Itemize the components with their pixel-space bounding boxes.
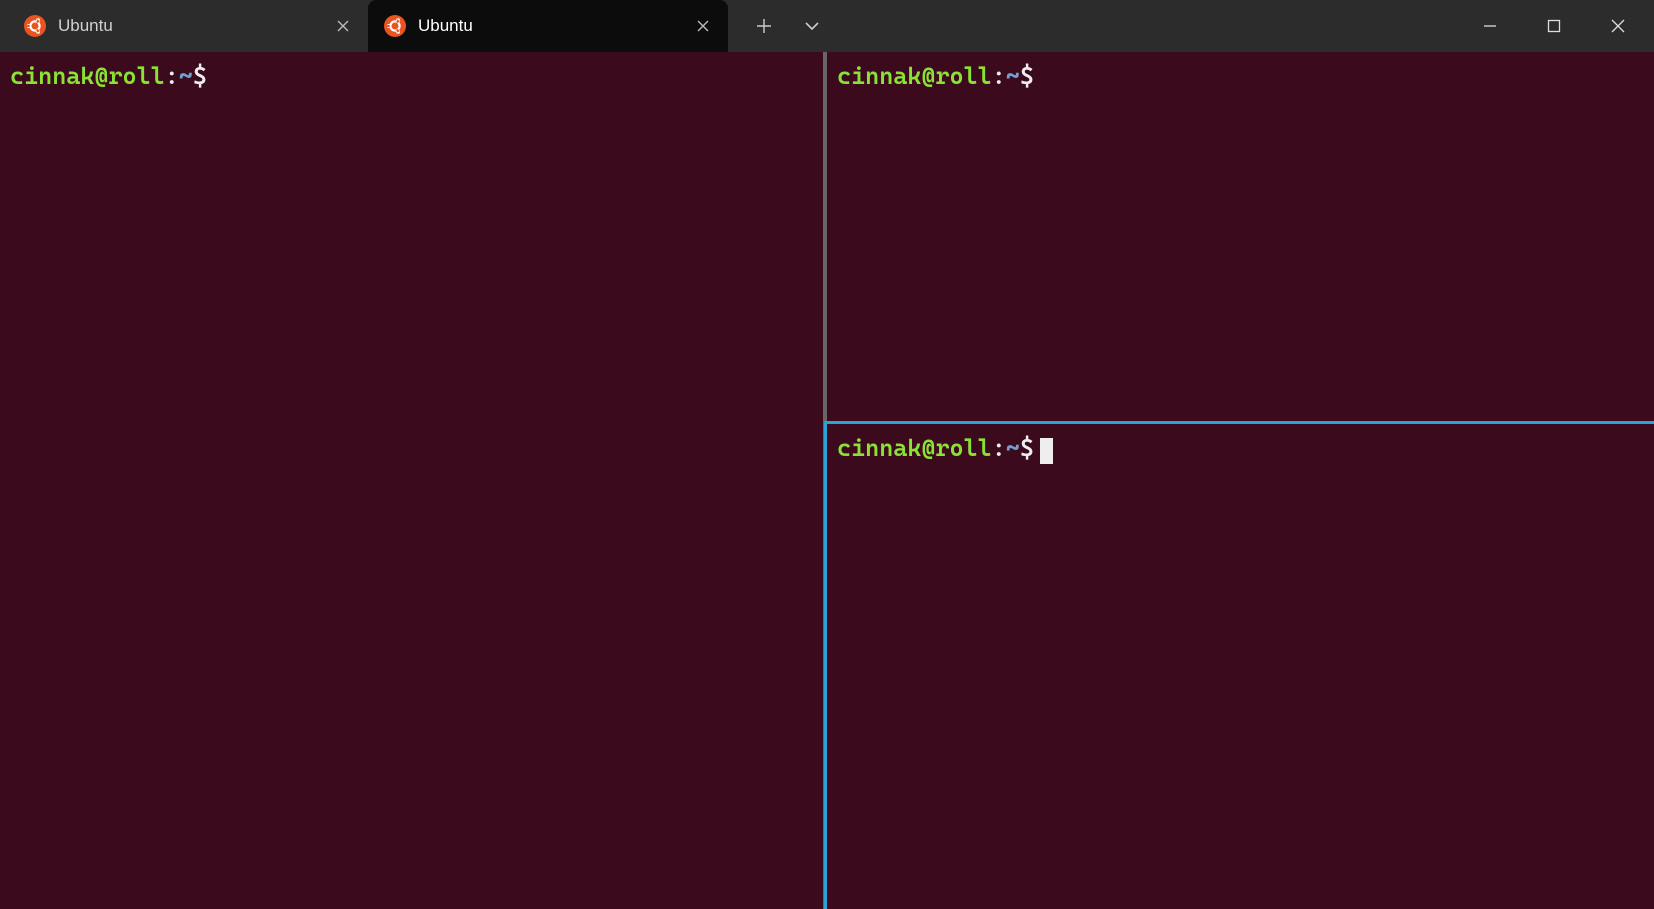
prompt-path: ~ (1006, 62, 1020, 90)
terminal-pane-left[interactable]: cinnak@roll:~$ (0, 52, 827, 909)
text-cursor (1040, 438, 1053, 464)
tab-close-button[interactable] (694, 17, 712, 35)
tab-dropdown-button[interactable] (792, 0, 832, 52)
prompt-user-host: cinnak@roll (837, 434, 992, 462)
pane-container: cinnak@roll:~$ cinnak@roll:~$ cinnak@rol… (0, 52, 1654, 909)
close-window-button[interactable] (1586, 0, 1650, 52)
prompt-dollar: $ (193, 62, 207, 90)
maximize-button[interactable] (1522, 0, 1586, 52)
tab-strip: Ubuntu (0, 0, 728, 52)
prompt-path: ~ (179, 62, 193, 90)
terminal-window: Ubuntu (0, 0, 1654, 909)
prompt-colon: : (165, 62, 179, 90)
new-tab-button[interactable] (744, 0, 784, 52)
prompt-path: ~ (1006, 434, 1020, 462)
window-controls (1458, 0, 1654, 52)
minimize-button[interactable] (1458, 0, 1522, 52)
titlebar-drag-region[interactable] (832, 0, 1458, 52)
prompt-dollar: $ (1020, 62, 1034, 90)
prompt-colon: : (992, 62, 1006, 90)
prompt-colon: : (992, 434, 1006, 462)
ubuntu-icon (24, 15, 46, 37)
prompt-user-host: cinnak@roll (837, 62, 992, 90)
tab-title: Ubuntu (418, 16, 682, 36)
prompt-user-host: cinnak@roll (10, 62, 165, 90)
tab-ubuntu-2[interactable]: Ubuntu (368, 0, 728, 52)
tab-ubuntu-1[interactable]: Ubuntu (8, 0, 368, 52)
terminal-pane-right-bottom[interactable]: cinnak@roll:~$ (824, 421, 1654, 909)
prompt-dollar: $ (1020, 434, 1034, 462)
titlebar: Ubuntu (0, 0, 1654, 52)
ubuntu-icon (384, 15, 406, 37)
tab-title: Ubuntu (58, 16, 322, 36)
tab-actions (728, 0, 832, 52)
right-column: cinnak@roll:~$ cinnak@roll:~$ (827, 52, 1654, 909)
terminal-pane-right-top[interactable]: cinnak@roll:~$ (827, 52, 1654, 421)
tab-close-button[interactable] (334, 17, 352, 35)
